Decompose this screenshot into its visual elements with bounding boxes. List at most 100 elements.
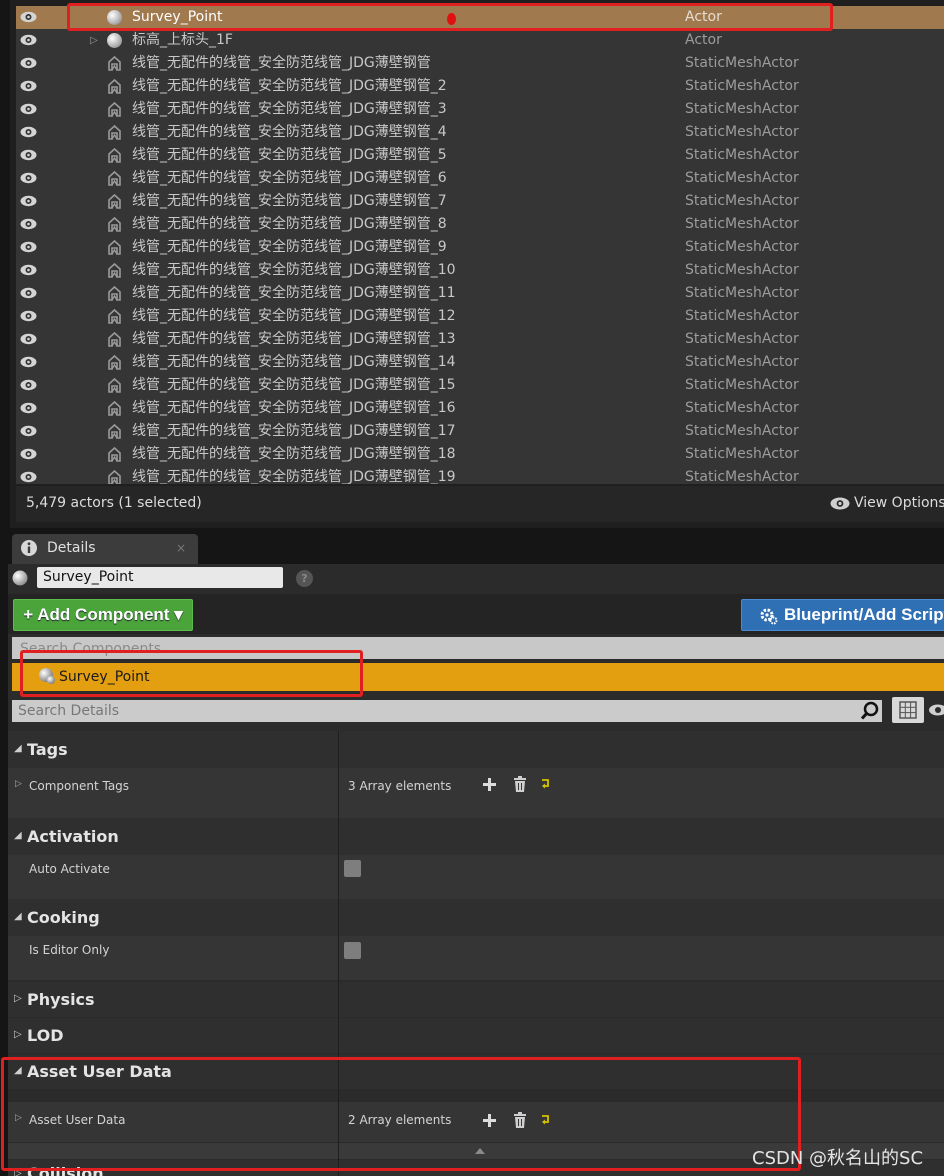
visibility-eye-icon[interactable] (20, 11, 37, 23)
visibility-eye-icon[interactable] (20, 448, 37, 460)
blueprint-add-script-button[interactable]: Blueprint/Add Script (741, 599, 944, 631)
outliner-row[interactable]: 线管_无配件的线管_安全防范线管_JDG薄壁钢管_18 StaticMeshAct… (16, 443, 944, 466)
sphere-icon (107, 33, 122, 48)
visibility-eye-icon[interactable] (20, 218, 37, 230)
static-mesh-icon (108, 469, 121, 484)
expand-arrow-icon[interactable]: ▷ (15, 779, 22, 789)
collapse-arrow-icon: ◢ (14, 830, 22, 841)
actor-label: 线管_无配件的线管_安全防范线管_JDG薄壁钢管 (132, 55, 431, 71)
property-value: 3 Array elements (348, 779, 452, 793)
section-cooking[interactable]: ◢ Cooking (8, 899, 944, 936)
outliner-row[interactable]: 线管_无配件的线管_安全防范线管_JDG薄壁钢管_16 StaticMeshAct… (16, 397, 944, 420)
outliner-row[interactable]: 线管_无配件的线管_安全防范线管_JDG薄壁钢管_5 StaticMeshActo… (16, 144, 944, 167)
actor-type: StaticMeshActor (685, 124, 799, 140)
visibility-eye-icon[interactable] (20, 310, 37, 322)
outliner-row[interactable]: 线管_无配件的线管_安全防范线管_JDG薄壁钢管 StaticMeshActor (16, 52, 944, 75)
outliner-row[interactable]: 线管_无配件的线管_安全防范线管_JDG薄壁钢管_13 StaticMeshAct… (16, 328, 944, 351)
actor-label: 线管_无配件的线管_安全防范线管_JDG薄壁钢管_16 (132, 400, 456, 416)
actor-label: 线管_无配件的线管_安全防范线管_JDG薄壁钢管_15 (132, 377, 456, 393)
actor-type: StaticMeshActor (685, 446, 799, 462)
actor-name-field[interactable]: Survey_Point (37, 567, 283, 588)
auto-activate-checkbox[interactable] (344, 860, 361, 877)
actor-type: StaticMeshActor (685, 377, 799, 393)
annotation-dot (447, 13, 456, 25)
is-editor-only-checkbox[interactable] (344, 942, 361, 959)
outliner-row[interactable]: 线管_无配件的线管_安全防范线管_JDG薄壁钢管_2 StaticMeshActo… (16, 75, 944, 98)
visibility-eye-icon[interactable] (20, 57, 37, 69)
add-element-icon[interactable] (482, 777, 497, 792)
static-mesh-icon (108, 331, 121, 347)
property-row-component-tags: ▷ Component Tags 3 Array elements (8, 768, 944, 818)
actor-type: StaticMeshActor (685, 216, 799, 232)
tab-close-icon[interactable]: × (176, 534, 186, 562)
outliner-row[interactable]: 线管_无配件的线管_安全防范线管_JDG薄壁钢管_19 StaticMeshAct… (16, 466, 944, 484)
outliner-row[interactable]: 线管_无配件的线管_安全防范线管_JDG薄壁钢管_14 StaticMeshAct… (16, 351, 944, 374)
actor-type: Actor (685, 32, 722, 48)
actor-label: 线管_无配件的线管_安全防范线管_JDG薄壁钢管_9 (132, 239, 447, 255)
expand-arrow-icon: ▷ (14, 1029, 22, 1040)
reset-arrow-icon[interactable] (539, 778, 551, 790)
outliner-row[interactable]: 线管_无配件的线管_安全防范线管_JDG薄壁钢管_3 StaticMeshActo… (16, 98, 944, 121)
actor-label: 线管_无配件的线管_安全防范线管_JDG薄壁钢管_2 (132, 78, 447, 94)
visibility-eye-icon[interactable] (20, 356, 37, 368)
visibility-eye-icon[interactable] (20, 402, 37, 414)
section-title: Activation (27, 827, 119, 846)
visibility-eye-icon[interactable] (20, 287, 37, 299)
visibility-eye-icon[interactable] (20, 425, 37, 437)
visibility-eye-icon[interactable] (20, 379, 37, 391)
visibility-eye-icon[interactable] (20, 34, 37, 46)
actor-label: 线管_无配件的线管_安全防范线管_JDG薄壁钢管_5 (132, 147, 447, 163)
visibility-eye-icon[interactable] (20, 126, 37, 138)
section-title: Tags (27, 740, 68, 759)
actor-label: 线管_无配件的线管_安全防范线管_JDG薄壁钢管_4 (132, 124, 447, 140)
static-mesh-icon (108, 285, 121, 301)
delete-icon[interactable] (513, 776, 527, 792)
outliner-row[interactable]: ▷ 标高_上标头_1F Actor (16, 29, 944, 52)
visibility-eye-icon[interactable] (20, 80, 37, 92)
visibility-eye-icon[interactable] (20, 172, 37, 184)
section-lod[interactable]: ▷ LOD (8, 1018, 944, 1053)
actor-label: 线管_无配件的线管_安全防范线管_JDG薄壁钢管_11 (132, 285, 456, 301)
visibility-eye-icon[interactable] (20, 471, 37, 483)
outliner-row[interactable]: 线管_无配件的线管_安全防范线管_JDG薄壁钢管_10 StaticMeshAct… (16, 259, 944, 282)
search-icon[interactable] (860, 701, 880, 721)
static-mesh-icon (108, 78, 121, 94)
view-options-button[interactable]: View Options (830, 486, 944, 520)
static-mesh-icon (108, 239, 121, 255)
outliner-row[interactable]: 线管_无配件的线管_安全防范线管_JDG薄壁钢管_7 StaticMeshActo… (16, 190, 944, 213)
tab-details[interactable]: Details × (12, 534, 198, 564)
actor-type: StaticMeshActor (685, 400, 799, 416)
visibility-eye-icon[interactable] (20, 333, 37, 345)
visibility-eye-icon[interactable] (928, 703, 944, 717)
static-mesh-icon (108, 354, 121, 370)
visibility-eye-icon[interactable] (20, 149, 37, 161)
visibility-eye-icon[interactable] (20, 195, 37, 207)
actor-type: StaticMeshActor (685, 423, 799, 439)
visibility-eye-icon[interactable] (20, 103, 37, 115)
outliner-row[interactable]: 线管_无配件的线管_安全防范线管_JDG薄壁钢管_9 StaticMeshActo… (16, 236, 944, 259)
actor-type: StaticMeshActor (685, 285, 799, 301)
actor-count: 5,479 actors (1 selected) (26, 495, 202, 511)
collapse-arrow-icon: ◢ (14, 743, 22, 754)
outliner-row[interactable]: 线管_无配件的线管_安全防范线管_JDG薄壁钢管_6 StaticMeshActo… (16, 167, 944, 190)
section-physics[interactable]: ▷ Physics (8, 982, 944, 1017)
outliner-row[interactable]: 线管_无配件的线管_安全防范线管_JDG薄壁钢管_11 StaticMeshAct… (16, 282, 944, 305)
outliner-row[interactable]: 线管_无配件的线管_安全防范线管_JDG薄壁钢管_17 StaticMeshAct… (16, 420, 944, 443)
section-activation[interactable]: ◢ Activation (8, 818, 944, 855)
add-component-button[interactable]: + Add Component ▾ (13, 599, 193, 631)
section-tags[interactable]: ◢ Tags (8, 731, 944, 768)
search-details-input[interactable]: Search Details (12, 700, 882, 722)
property-matrix-button[interactable] (892, 697, 924, 723)
actor-type: StaticMeshActor (685, 262, 799, 278)
grid-icon (899, 701, 917, 719)
actor-type: StaticMeshActor (685, 354, 799, 370)
actor-label: 线管_无配件的线管_安全防范线管_JDG薄壁钢管_13 (132, 331, 456, 347)
visibility-eye-icon[interactable] (20, 241, 37, 253)
outliner-row[interactable]: 线管_无配件的线管_安全防范线管_JDG薄壁钢管_8 StaticMeshActo… (16, 213, 944, 236)
outliner-row[interactable]: 线管_无配件的线管_安全防范线管_JDG薄壁钢管_4 StaticMeshActo… (16, 121, 944, 144)
visibility-eye-icon[interactable] (20, 264, 37, 276)
outliner-row[interactable]: 线管_无配件的线管_安全防范线管_JDG薄壁钢管_12 StaticMeshAct… (16, 305, 944, 328)
outliner-row[interactable]: 线管_无配件的线管_安全防范线管_JDG薄壁钢管_15 StaticMeshAct… (16, 374, 944, 397)
help-icon[interactable]: ? (296, 570, 313, 587)
expand-arrow-icon[interactable]: ▷ (90, 29, 98, 52)
